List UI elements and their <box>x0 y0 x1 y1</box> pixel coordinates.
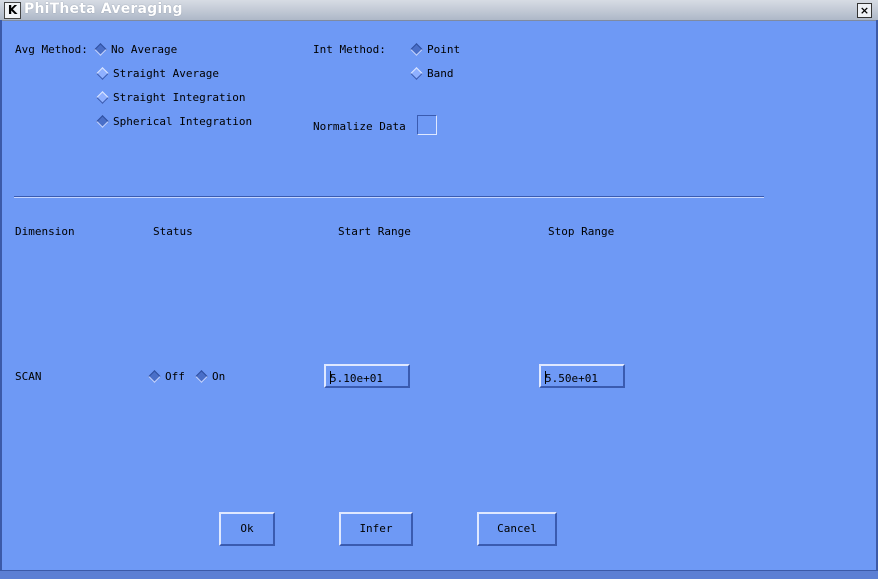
window-border-left <box>0 20 2 570</box>
radio-no-average[interactable]: No Average <box>94 43 177 56</box>
row-dimension-scan: SCAN <box>15 370 42 383</box>
start-range-input[interactable]: 5.10e+01 <box>324 364 410 388</box>
radio-status-on[interactable]: On <box>195 370 225 383</box>
radio-label: No Average <box>111 43 178 56</box>
radio-label: Spherical Integration <box>113 115 253 128</box>
section-divider <box>14 196 764 198</box>
header-status: Status <box>153 225 193 238</box>
radio-label: Point <box>427 43 461 56</box>
radio-selected-icon <box>96 115 109 128</box>
radio-selected-icon <box>94 43 107 56</box>
radio-unselected-icon <box>96 91 109 104</box>
radio-band[interactable]: Band <box>410 67 454 80</box>
stop-range-value: 5.50e+01 <box>545 372 598 385</box>
radio-unselected-icon <box>96 67 109 80</box>
normalize-checkbox[interactable] <box>417 115 437 135</box>
normalize-label: Normalize Data <box>313 120 406 133</box>
radio-selected-icon <box>195 370 208 383</box>
radio-selected-icon <box>148 370 161 383</box>
cancel-button[interactable]: Cancel <box>477 512 557 546</box>
header-start-range: Start Range <box>338 225 411 238</box>
radio-label: Straight Integration <box>113 91 246 104</box>
int-method-label: Int Method: <box>313 43 386 56</box>
radio-label: On <box>212 370 226 383</box>
close-button[interactable]: × <box>857 3 872 18</box>
radio-point[interactable]: Point <box>410 43 460 56</box>
radio-selected-icon <box>410 43 423 56</box>
radio-unselected-icon <box>410 67 423 80</box>
radio-straight-average[interactable]: Straight Average <box>96 67 219 80</box>
ok-button[interactable]: Ok <box>219 512 275 546</box>
avg-method-label: Avg Method: <box>15 43 88 56</box>
header-stop-range: Stop Range <box>548 225 615 238</box>
radio-label: Straight Average <box>113 67 219 80</box>
radio-spherical-integration[interactable]: Spherical Integration <box>96 115 252 128</box>
radio-label: Band <box>427 67 454 80</box>
stop-range-input[interactable]: 5.50e+01 <box>539 364 625 388</box>
header-dimension: Dimension <box>15 225 75 238</box>
app-icon[interactable]: K <box>4 2 21 19</box>
radio-straight-integration[interactable]: Straight Integration <box>96 91 245 104</box>
radio-label: Off <box>165 370 185 383</box>
window-title: PhiTheta Averaging <box>24 1 183 17</box>
start-range-value: 5.10e+01 <box>330 372 383 385</box>
infer-button[interactable]: Infer <box>339 512 413 546</box>
radio-status-off[interactable]: Off <box>148 370 185 383</box>
